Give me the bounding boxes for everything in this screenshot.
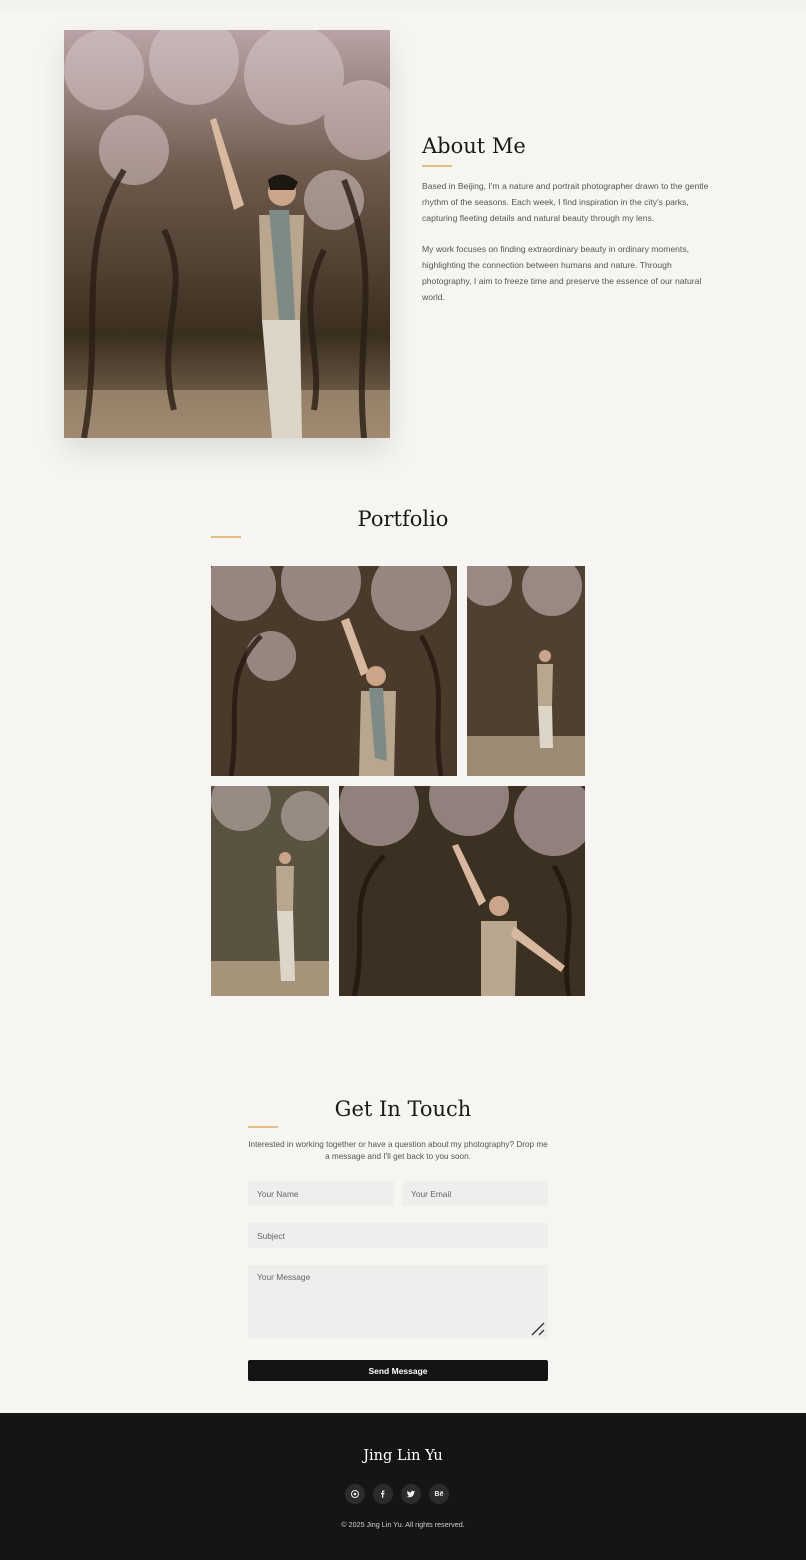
name-input[interactable] bbox=[248, 1181, 394, 1206]
about-photo bbox=[64, 30, 390, 438]
contact-intro: Interested in working together or have a… bbox=[248, 1140, 548, 1161]
about-paragraph: My work focuses on finding extraordinary… bbox=[422, 244, 702, 302]
footer: Jing Lin Yu Bē © 2025 Jing Lin Yu. All r… bbox=[0, 1413, 806, 1560]
portfolio-title: Portfolio bbox=[357, 507, 449, 531]
about-title-underline bbox=[422, 165, 452, 167]
footer-name: Jing Lin Yu bbox=[363, 1448, 443, 1464]
twitter-link[interactable] bbox=[401, 1484, 421, 1504]
resize-grip-icon[interactable] bbox=[530, 1321, 546, 1337]
contact-title: Get In Touch bbox=[334, 1097, 472, 1121]
subject-input[interactable] bbox=[248, 1223, 548, 1248]
portfolio-title-underline bbox=[211, 536, 241, 538]
facebook-link[interactable] bbox=[373, 1484, 393, 1504]
about-title: About Me bbox=[422, 134, 526, 158]
email-input[interactable] bbox=[402, 1181, 548, 1206]
about-paragraph: Based in Beijing, I'm a nature and portr… bbox=[422, 181, 709, 223]
social-links: Bē bbox=[345, 1484, 449, 1504]
behance-icon: Bē bbox=[434, 1490, 444, 1498]
message-textarea[interactable] bbox=[248, 1265, 548, 1338]
portfolio-photo[interactable] bbox=[467, 566, 585, 776]
facebook-icon bbox=[381, 1490, 385, 1498]
instagram-link[interactable] bbox=[345, 1484, 365, 1504]
about-text: About Me Based in Beijing, I'm a nature … bbox=[422, 132, 722, 305]
copyright: © 2025 Jing Lin Yu. All rights reserved. bbox=[341, 1520, 465, 1529]
contact-title-underline bbox=[248, 1126, 278, 1128]
portfolio-photo[interactable] bbox=[211, 786, 329, 996]
behance-link[interactable]: Bē bbox=[429, 1484, 449, 1504]
portfolio-photo[interactable] bbox=[211, 566, 457, 776]
top-strip bbox=[0, 0, 806, 12]
instagram-icon bbox=[351, 1490, 359, 1498]
portfolio-photo[interactable] bbox=[339, 786, 585, 996]
send-message-button[interactable]: Send Message bbox=[248, 1360, 548, 1381]
twitter-icon bbox=[406, 1490, 415, 1498]
